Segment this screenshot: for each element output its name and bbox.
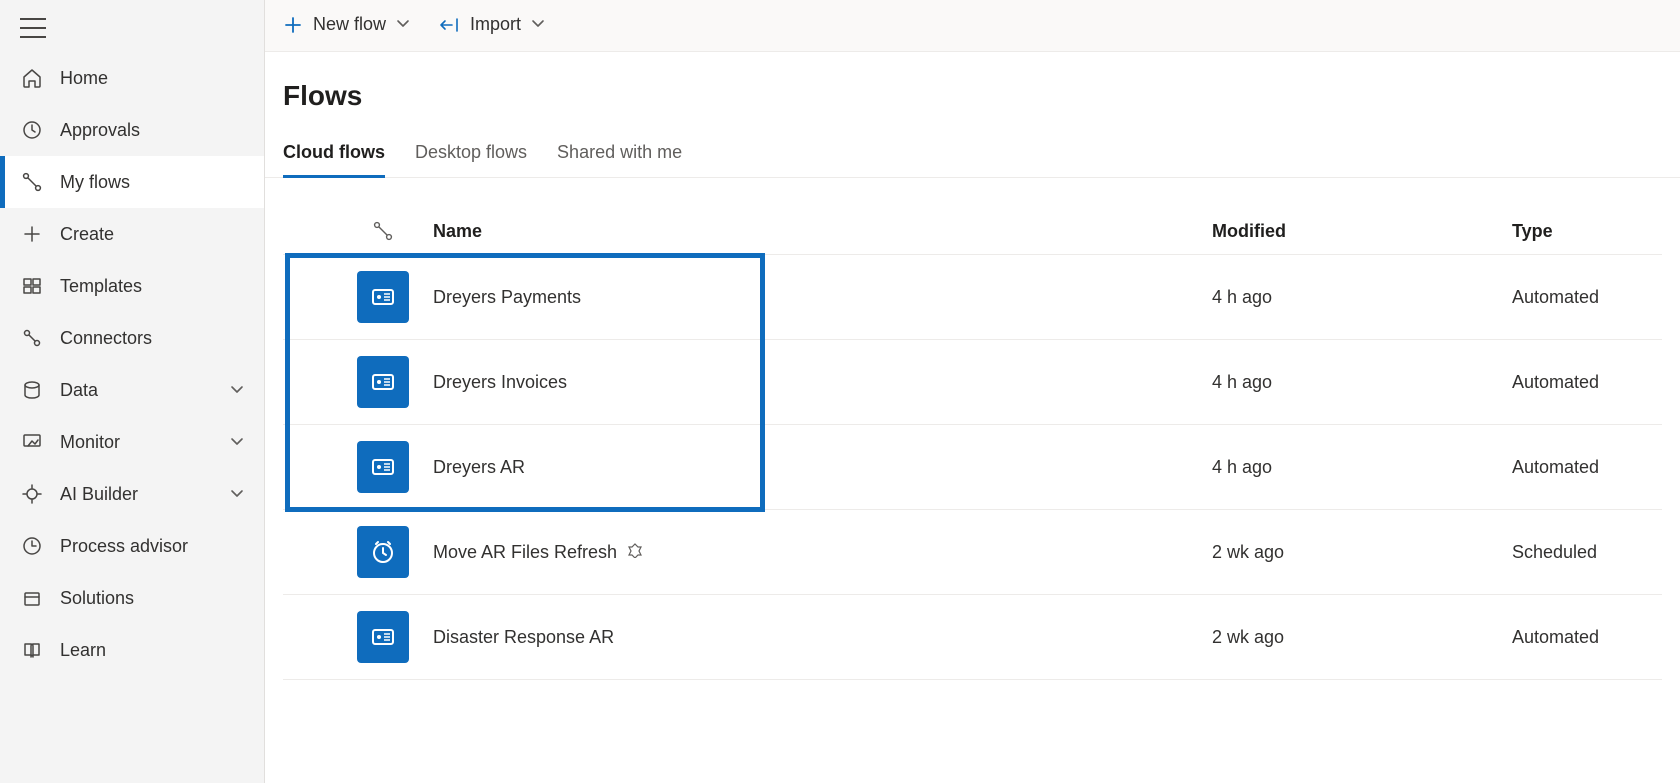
chevron-down-icon [531, 14, 545, 35]
sidebar-item-data[interactable]: Data [0, 364, 264, 416]
home-icon [20, 66, 44, 90]
column-modified[interactable]: Modified [1212, 221, 1512, 242]
sidebar-item-myflows[interactable]: My flows [0, 156, 264, 208]
sidebar-item-monitor[interactable]: Monitor [0, 416, 264, 468]
table-header: Name Modified Type [283, 208, 1662, 255]
flow-modified: 4 h ago [1212, 457, 1272, 477]
import-button[interactable]: Import [438, 14, 545, 35]
sidebar-item-create[interactable]: Create [0, 208, 264, 260]
flow-modified: 2 wk ago [1212, 542, 1284, 562]
plus-icon [283, 15, 303, 35]
plus-icon [20, 222, 44, 246]
flow-type: Automated [1512, 372, 1599, 392]
sidebar-item-connectors[interactable]: Connectors [0, 312, 264, 364]
sidebar-item-label: Solutions [60, 588, 134, 609]
sidebar-item-label: Approvals [60, 120, 140, 141]
new-flow-button[interactable]: New flow [283, 14, 410, 35]
flow-modified: 4 h ago [1212, 287, 1272, 307]
import-label: Import [470, 14, 521, 35]
sidebar-item-label: Connectors [60, 328, 152, 349]
table-row[interactable]: Dreyers AR 4 h ago Automated [283, 425, 1662, 510]
flow-modified: 2 wk ago [1212, 627, 1284, 647]
table-row[interactable]: Dreyers Payments 4 h ago Automated [283, 255, 1662, 340]
approvals-icon [20, 118, 44, 142]
main-content: New flow Import Flows Cloud flows Desktop… [265, 0, 1680, 783]
sidebar-item-processadvisor[interactable]: Process advisor [0, 520, 264, 572]
solutions-icon [20, 586, 44, 610]
sidebar-item-label: Data [60, 380, 98, 401]
flow-type: Scheduled [1512, 542, 1597, 562]
flow-name[interactable]: Move AR Files Refresh [433, 542, 617, 562]
sidebar-item-aibuilder[interactable]: AI Builder [0, 468, 264, 520]
page-title: Flows [265, 52, 1680, 122]
new-flow-label: New flow [313, 14, 386, 35]
sidebar-item-templates[interactable]: Templates [0, 260, 264, 312]
connectors-icon [20, 326, 44, 350]
sidebar-item-home[interactable]: Home [0, 52, 264, 104]
sidebar-item-approvals[interactable]: Approvals [0, 104, 264, 156]
column-type[interactable]: Type [1512, 221, 1662, 242]
flow-icon [357, 526, 409, 578]
import-icon [438, 15, 460, 35]
table-row[interactable]: Disaster Response AR 2 wk ago Automated [283, 595, 1662, 680]
flow-name[interactable]: Dreyers AR [433, 457, 525, 477]
hamburger-menu-icon[interactable] [20, 18, 46, 38]
data-icon [20, 378, 44, 402]
processadvisor-icon [20, 534, 44, 558]
premium-icon [627, 542, 643, 558]
flow-icon [357, 611, 409, 663]
templates-icon [20, 274, 44, 298]
monitor-icon [20, 430, 44, 454]
flow-icon [357, 356, 409, 408]
sidebar-item-solutions[interactable]: Solutions [0, 572, 264, 624]
sidebar-item-label: Process advisor [60, 536, 188, 557]
flow-icon [357, 441, 409, 493]
sidebar: Home Approvals My flows Create Templates Conn… [0, 0, 265, 783]
table-row[interactable]: Move AR Files Refresh 2 wk ago Scheduled [283, 510, 1662, 595]
flow-name[interactable]: Disaster Response AR [433, 627, 614, 647]
flow-type-icon-header [343, 220, 423, 242]
flow-type: Automated [1512, 287, 1599, 307]
flow-name[interactable]: Dreyers Payments [433, 287, 581, 307]
tab-cloud[interactable]: Cloud flows [283, 132, 385, 177]
learn-icon [20, 638, 44, 662]
chevron-down-icon [230, 380, 244, 401]
flows-icon [20, 170, 44, 194]
sidebar-item-label: Create [60, 224, 114, 245]
chevron-down-icon [230, 432, 244, 453]
aibuilder-icon [20, 482, 44, 506]
column-name[interactable]: Name [423, 221, 1212, 242]
flow-modified: 4 h ago [1212, 372, 1272, 392]
sidebar-item-label: Templates [60, 276, 142, 297]
flow-type: Automated [1512, 457, 1599, 477]
tab-shared[interactable]: Shared with me [557, 132, 682, 177]
chevron-down-icon [396, 14, 410, 35]
sidebar-item-label: Learn [60, 640, 106, 661]
tab-desktop[interactable]: Desktop flows [415, 132, 527, 177]
sidebar-item-learn[interactable]: Learn [0, 624, 264, 676]
sidebar-item-label: My flows [60, 172, 130, 193]
table-row[interactable]: Dreyers Invoices 4 h ago Automated [283, 340, 1662, 425]
sidebar-item-label: AI Builder [60, 484, 138, 505]
flows-table: Name Modified Type Dreyers Payments 4 h a… [265, 178, 1680, 680]
command-bar: New flow Import [265, 0, 1680, 52]
flow-type: Automated [1512, 627, 1599, 647]
flow-icon [357, 271, 409, 323]
tabs: Cloud flows Desktop flows Shared with me [265, 122, 1680, 178]
sidebar-item-label: Home [60, 68, 108, 89]
flow-name[interactable]: Dreyers Invoices [433, 372, 567, 392]
sidebar-item-label: Monitor [60, 432, 120, 453]
chevron-down-icon [230, 484, 244, 505]
